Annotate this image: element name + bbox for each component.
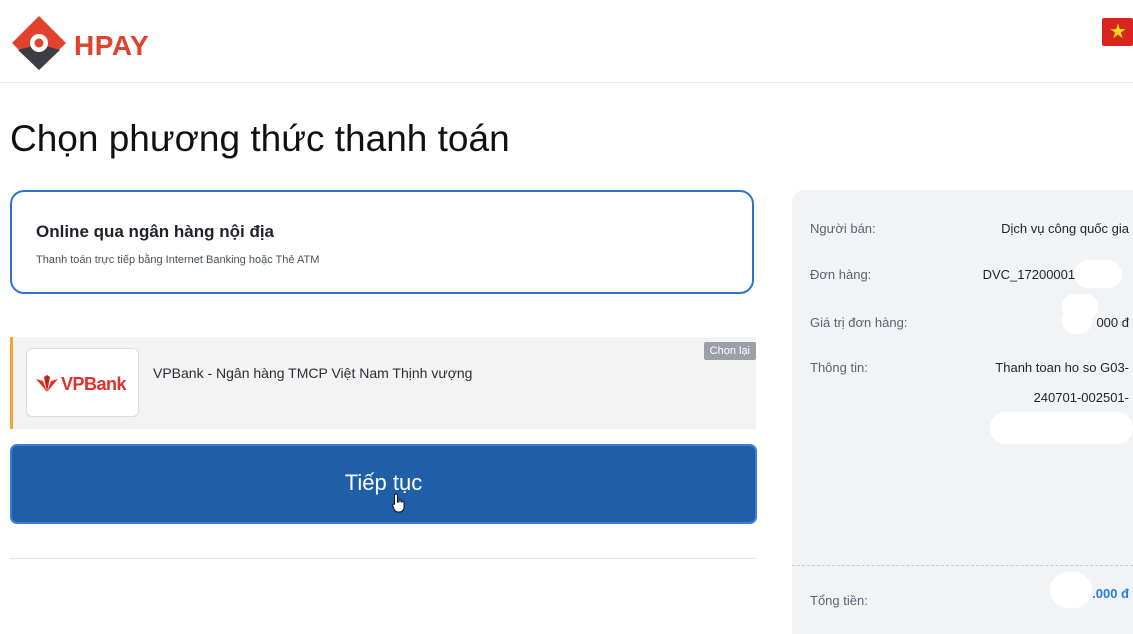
order-value: DVC_172000011; bbox=[982, 267, 1085, 282]
bank-name: VPBank - Ngân hàng TMCP Việt Nam Thịnh v… bbox=[153, 365, 473, 381]
continue-label: Tiếp tục bbox=[344, 470, 423, 495]
payment-method-title: Online qua ngân hàng nội địa bbox=[36, 222, 274, 241]
continue-button[interactable]: Tiếp tục bbox=[10, 444, 757, 524]
redaction-mask bbox=[1062, 308, 1092, 334]
page-header: HPAY ★ bbox=[0, 0, 1133, 83]
info-label: Thông tin: bbox=[810, 360, 868, 375]
section-divider bbox=[10, 558, 757, 559]
seller-label: Người bán: bbox=[810, 221, 876, 236]
redaction-mask bbox=[1074, 260, 1122, 288]
redaction-mask bbox=[1050, 572, 1092, 608]
vietnam-flag-icon[interactable]: ★ bbox=[1102, 18, 1133, 46]
payment-method-description: Thanh toán trực tiếp bằng Internet Banki… bbox=[36, 254, 320, 266]
hpay-logo-icon bbox=[12, 16, 66, 70]
selected-bank-panel: VPBank VPBank - Ngân hàng TMCP Việt Nam … bbox=[10, 337, 756, 429]
payment-method-domestic-bank[interactable]: Online qua ngân hàng nội địa Thanh toán … bbox=[10, 190, 754, 294]
redaction-mask bbox=[990, 412, 1133, 444]
vpbank-flower-icon bbox=[36, 375, 58, 392]
total-label: Tổng tiền: bbox=[810, 593, 868, 608]
order-label: Đơn hàng: bbox=[810, 267, 872, 282]
brand-name: HPAY bbox=[74, 30, 150, 61]
brand-logo[interactable]: HPAY bbox=[10, 10, 150, 70]
summary-divider bbox=[792, 565, 1133, 566]
seller-value: Dịch vụ công quốc gia bbox=[1001, 221, 1129, 236]
flag-star: ★ bbox=[1109, 21, 1127, 43]
total-value: .000 đ bbox=[1092, 586, 1129, 601]
reset-bank-button[interactable]: Chọn lại bbox=[703, 342, 756, 360]
page-title: Chọn phương thức thanh toán bbox=[10, 118, 510, 159]
vpbank-logo: VPBank bbox=[26, 348, 139, 417]
amount-label: Giá trị đơn hàng: bbox=[810, 315, 908, 330]
info-line-1: Thanh toan ho so G03- bbox=[995, 360, 1129, 375]
vpbank-logo-text: VPBank bbox=[61, 374, 127, 394]
info-line-2: 240701-002501- bbox=[1033, 390, 1129, 405]
order-summary: Người bán: Dịch vụ công quốc gia Đơn hàn… bbox=[792, 190, 1133, 634]
amount-value: 000 đ bbox=[1096, 315, 1129, 330]
hand-cursor-icon bbox=[392, 493, 405, 513]
